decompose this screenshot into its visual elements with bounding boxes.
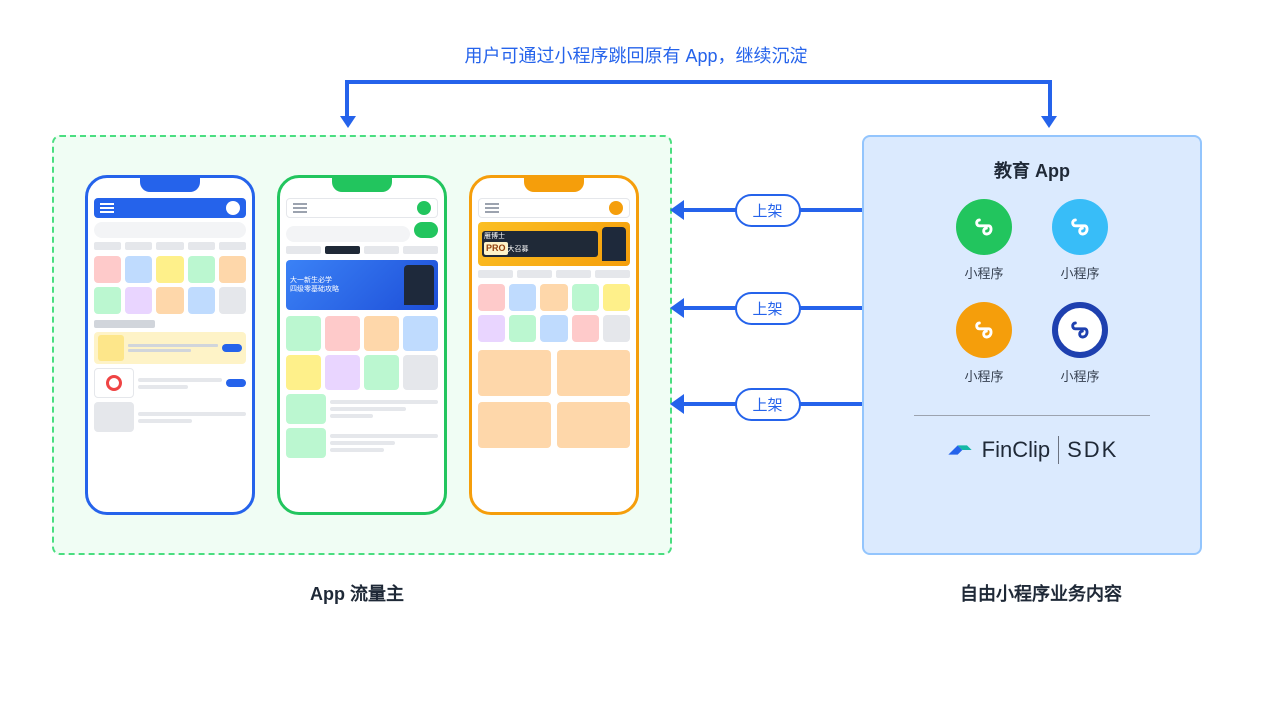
list-item [94,368,246,398]
banner-pro: PRO [484,242,508,255]
separator [1058,436,1059,464]
miniprogram-icon [956,199,1012,255]
section-title [94,320,155,328]
menu-icon [100,203,114,213]
left-panel-label: App 流量主 [310,580,404,606]
right-panel-title: 教育 App [994,157,1070,183]
miniprogram-icon [1052,199,1108,255]
menu-icon [485,203,499,213]
finclip-logo-icon [946,436,974,464]
arrow-left-icon [670,200,684,220]
top-connector-line [345,80,1052,120]
phone-header [478,198,630,218]
miniprogram-label: 小程序 [1060,263,1099,282]
publish-arrow-2: 上架 [670,290,865,326]
tab-row [94,242,246,250]
banner-person-image [404,265,434,305]
course-card [94,332,246,364]
app-traffic-owner-panel: 大一新生必学 四级零基础攻略 雁博士 PRO大召募 [52,135,672,555]
hero-banner: 大一新生必学 四级零基础攻略 [286,260,438,310]
top-flow-label: 用户可通过小程序跳回原有 App，继续沉淀 [464,42,807,68]
publish-arrow-3: 上架 [670,386,865,422]
avatar-icon [226,201,240,215]
miniprogram-grid: 小程序 小程序 小程序 小程序 [956,199,1108,385]
list-item [286,428,438,458]
banner-top: 雁博士 [484,233,596,241]
phone-header [286,198,438,218]
divider [914,415,1151,416]
phone-mockup-blue [85,175,255,515]
banner-suffix: 大召募 [508,246,529,253]
search-bar [94,222,246,238]
miniprogram-item: 小程序 [1052,302,1108,385]
arrow-down-right-icon [1041,116,1057,128]
banner-line2: 四级零基础攻略 [290,285,400,294]
miniprogram-label: 小程序 [964,263,1003,282]
right-panel-label: 自由小程序业务内容 [960,580,1122,606]
arrow-label: 上架 [734,292,800,325]
miniprogram-label: 小程序 [1060,366,1099,385]
miniprogram-item: 小程序 [956,199,1012,282]
finclip-sdk-logo: FinClip SDK [946,436,1119,464]
phone-notch [140,178,200,192]
avatar-icon [417,201,431,215]
arrow-label: 上架 [734,194,800,227]
education-app-panel: 教育 App 小程序 小程序 小程序 小程序 [862,135,1202,555]
hero-banner: 雁博士 PRO大召募 [478,222,630,266]
phone-mockup-orange: 雁博士 PRO大召募 [469,175,639,515]
publish-arrow-1: 上架 [670,192,865,228]
arrow-left-icon [670,394,684,414]
phone-notch [524,178,584,192]
miniprogram-label: 小程序 [964,366,1003,385]
banner-person-image [602,227,626,261]
list-item [286,394,438,424]
miniprogram-item: 小程序 [956,302,1012,385]
miniprogram-icon [1052,302,1108,358]
arrow-down-left-icon [340,116,356,128]
menu-icon [293,203,307,213]
list-item [94,402,246,432]
banner-line1: 大一新生必学 [290,276,400,285]
arrow-left-icon [670,298,684,318]
brand-text: FinClip [982,437,1050,463]
miniprogram-item: 小程序 [1052,199,1108,282]
icon-grid [94,256,246,314]
phone-header [94,198,246,218]
phone-notch [332,178,392,192]
arrow-label: 上架 [734,388,800,421]
tab-row [478,270,630,278]
icon-grid [286,316,438,390]
phone-mockup-green: 大一新生必学 四级零基础攻略 [277,175,447,515]
miniprogram-icon [956,302,1012,358]
tab-row [286,246,438,254]
sdk-text: SDK [1067,437,1118,463]
avatar-icon [609,201,623,215]
icon-grid [478,284,630,342]
